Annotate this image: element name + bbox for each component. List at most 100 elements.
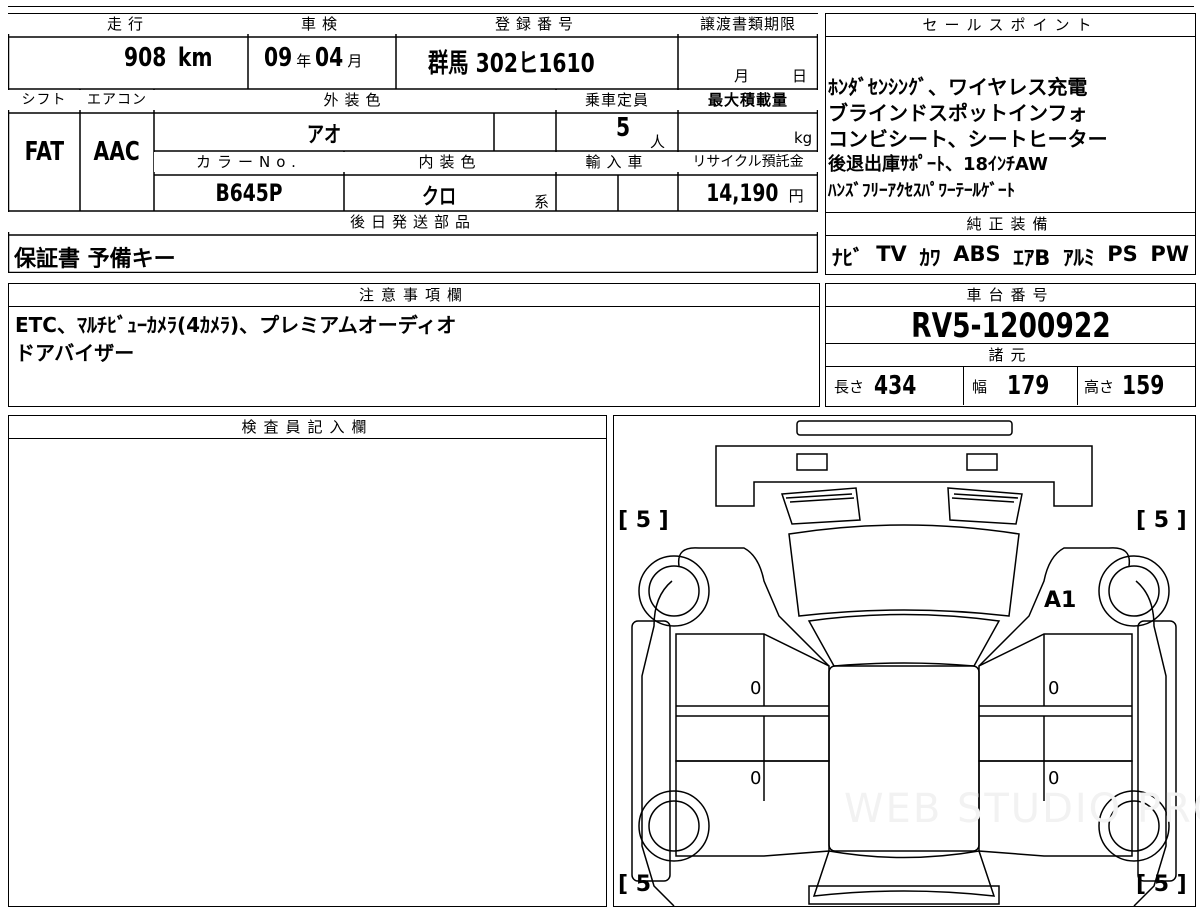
spec-length-value: 434 [873,371,917,401]
recycle-label: リサイクル預託金 [678,152,818,172]
car-diagram [631,420,1177,906]
spec-height: 高さ 159 [1078,367,1195,405]
registration-label: 登録番号 [396,14,678,34]
transfer-label: 譲渡書類期限 [678,14,818,34]
headlight-left-lines [785,493,855,503]
inspection-label: 車検 [248,14,396,34]
headlight-left [780,487,861,525]
sales-line: ﾊﾝｽﾞﾌﾘｰｱｸｾｽﾊﾟﾜｰﾃｰﾙｹﾞｰﾄ [828,181,1015,201]
sales-line: コンビシート、シートヒーター [828,127,1108,151]
watermark: WEB STUDIO PRO [844,786,1200,832]
sales-points-list: ﾎﾝﾀﾞｾﾝｼﾝｸﾞ、ワイヤレス充電 ブラインドスポットインフォ コンビシート、… [828,74,1108,204]
equipment-item: PS [1107,242,1138,266]
door-fl-count: 0 [750,678,762,699]
capacity-label: 乗車定員 [556,90,678,110]
inspection-month-unit: 月 [347,52,363,70]
specs-label: 諸元 [826,344,1195,367]
chassis-label: 車台番号 [826,284,1195,307]
front-bumper-bar [796,420,1013,436]
import-label: 輸入車 [556,152,678,172]
equipment-label: 純正装備 [826,213,1195,236]
interior-value: クロ [421,185,457,210]
rear-bumper [808,885,1000,905]
notes-content: ETC、ﾏﾙﾁﾋﾞｭｰｶﾒﾗ(4ｶﾒﾗ)、プレミアムオーディオ ドアバイザー [9,307,819,371]
equipment-list: ﾅﾋﾞ TV ｶﾜ ABS ｴｱB ｱﾙﾐ PS PW [826,236,1195,278]
damage-mark-a1: A1 [1044,588,1077,613]
equipment-section: 純正装備 ﾅﾋﾞ TV ｶﾜ ABS ｴｱB ｱﾙﾐ PS PW [826,212,1195,278]
tire-fr-label: [ 5 ] [1136,508,1187,533]
interior-unit: 系 [534,193,550,211]
equipment-item: ｴｱB [1013,246,1051,270]
shift-value: FAT [24,137,64,167]
front-light-right [966,453,998,471]
aircon-label: エアコン [80,90,154,110]
inspection-year-unit: 年 [296,52,312,70]
mileage-value-wrap: 908 km [118,43,258,87]
inspector-box: 検査員記入欄 [8,415,607,907]
car-diagram-box: [ 5 ] [ 5 ] [ 5 [ 5 ] A1 0 0 0 0 WEB STU… [613,415,1200,907]
spec-width-value: 179 [1006,371,1050,401]
equipment-item: PW [1150,242,1189,266]
chassis-value: RV5-1200922 [910,306,1111,346]
inspector-label: 検査員記入欄 [9,416,606,439]
notes-line: ドアバイザー [15,341,135,365]
rear-window [812,850,996,897]
exterior-value: アオ [306,123,342,148]
recycle-unit: 円 [788,187,804,205]
sales-line: ﾎﾝﾀﾞｾﾝｼﾝｸﾞ、ワイヤレス充電 [828,75,1088,99]
spec-width-label: 幅 [972,377,988,396]
hood [788,524,1020,617]
body-left-front [677,547,830,667]
mileage-label: 走行 [8,14,248,34]
recycle-value: 14,190 [706,179,779,207]
later-label: 後日発送部品 [8,212,818,232]
notes-box: 注意事項欄 ETC、ﾏﾙﾁﾋﾞｭｰｶﾒﾗ(4ｶﾒﾗ)、プレミアムオーディオ ドア… [8,283,820,407]
front-panel [715,445,1093,507]
spec-length: 長さ 434 [826,367,964,405]
equipment-item: TV [876,242,907,266]
shift-label: シフト [8,90,80,110]
recycle-value-wrap: 14,190 円 [696,179,804,207]
top-clipped-strip [8,0,1194,7]
windshield [807,613,1001,667]
aircon-value-wrap: AAC [80,137,154,167]
sales-points-label: セールスポイント [826,14,1195,37]
sales-line: ブラインドスポットインフォ [828,101,1088,125]
spec-width: 幅 179 [964,367,1078,405]
sales-points-box: セールスポイント ﾎﾝﾀﾞｾﾝｼﾝｸﾞ、ワイヤレス充電 ブラインドスポットインフ… [825,13,1196,275]
info-grid: 走行 車検 登録番号 譲渡書類期限 908 km 09 年 04 月 群馬 302ヒ1… [8,13,818,273]
tire-rl-label: [ 5 [618,872,652,897]
capacity-unit: 人 [650,133,666,151]
later-value: 保証書 予備キー [14,247,176,272]
capacity-value: 5 [615,113,631,143]
registration-value-wrap: 群馬 302ヒ1610 [428,43,688,87]
aircon-value: AAC [93,137,141,167]
chassis-box: 車台番号 RV5-1200922 諸元 長さ 434 幅 179 高さ 159 [825,283,1196,407]
chassis-value-wrap: RV5-1200922 [826,306,1195,346]
inspection-value-wrap: 09 年 04 月 [260,43,396,87]
maxload-label: 最大積載量 [678,90,818,110]
spec-height-label: 高さ [1084,377,1115,396]
colorno-label: カラーNo. [154,152,344,172]
colorno-value-wrap: B645P [154,179,344,207]
notes-line: ETC、ﾏﾙﾁﾋﾞｭｰｶﾒﾗ(4ｶﾒﾗ)、プレミアムオーディオ [15,313,457,337]
interior-value-wrap: クロ [344,179,534,211]
equipment-item: ｶﾜ [919,246,941,270]
tire-fl-label: [ 5 ] [618,508,669,533]
registration-value: 群馬 302ヒ1610 [428,49,595,79]
sales-line: 後退出庫ｻﾎﾟｰﾄ、18ｲﾝﾁAW [828,154,1049,175]
headlight-right [947,487,1023,525]
spec-length-label: 長さ [834,377,865,396]
inspection-year: 09 [263,43,293,73]
spec-height-value: 159 [1121,371,1165,401]
transfer-month-unit: 月 [734,67,750,85]
exterior-value-wrap: アオ [154,117,494,149]
front-light-left [796,453,828,471]
headlight-right-lines [951,493,1019,503]
left-side-panel [631,620,671,882]
exterior-label: 外装色 [154,90,556,110]
equipment-item: ｱﾙﾐ [1063,246,1095,270]
mileage-unit: km [178,43,213,73]
transfer-day-unit: 日 [792,67,808,85]
mileage-value: 908 [123,43,167,73]
